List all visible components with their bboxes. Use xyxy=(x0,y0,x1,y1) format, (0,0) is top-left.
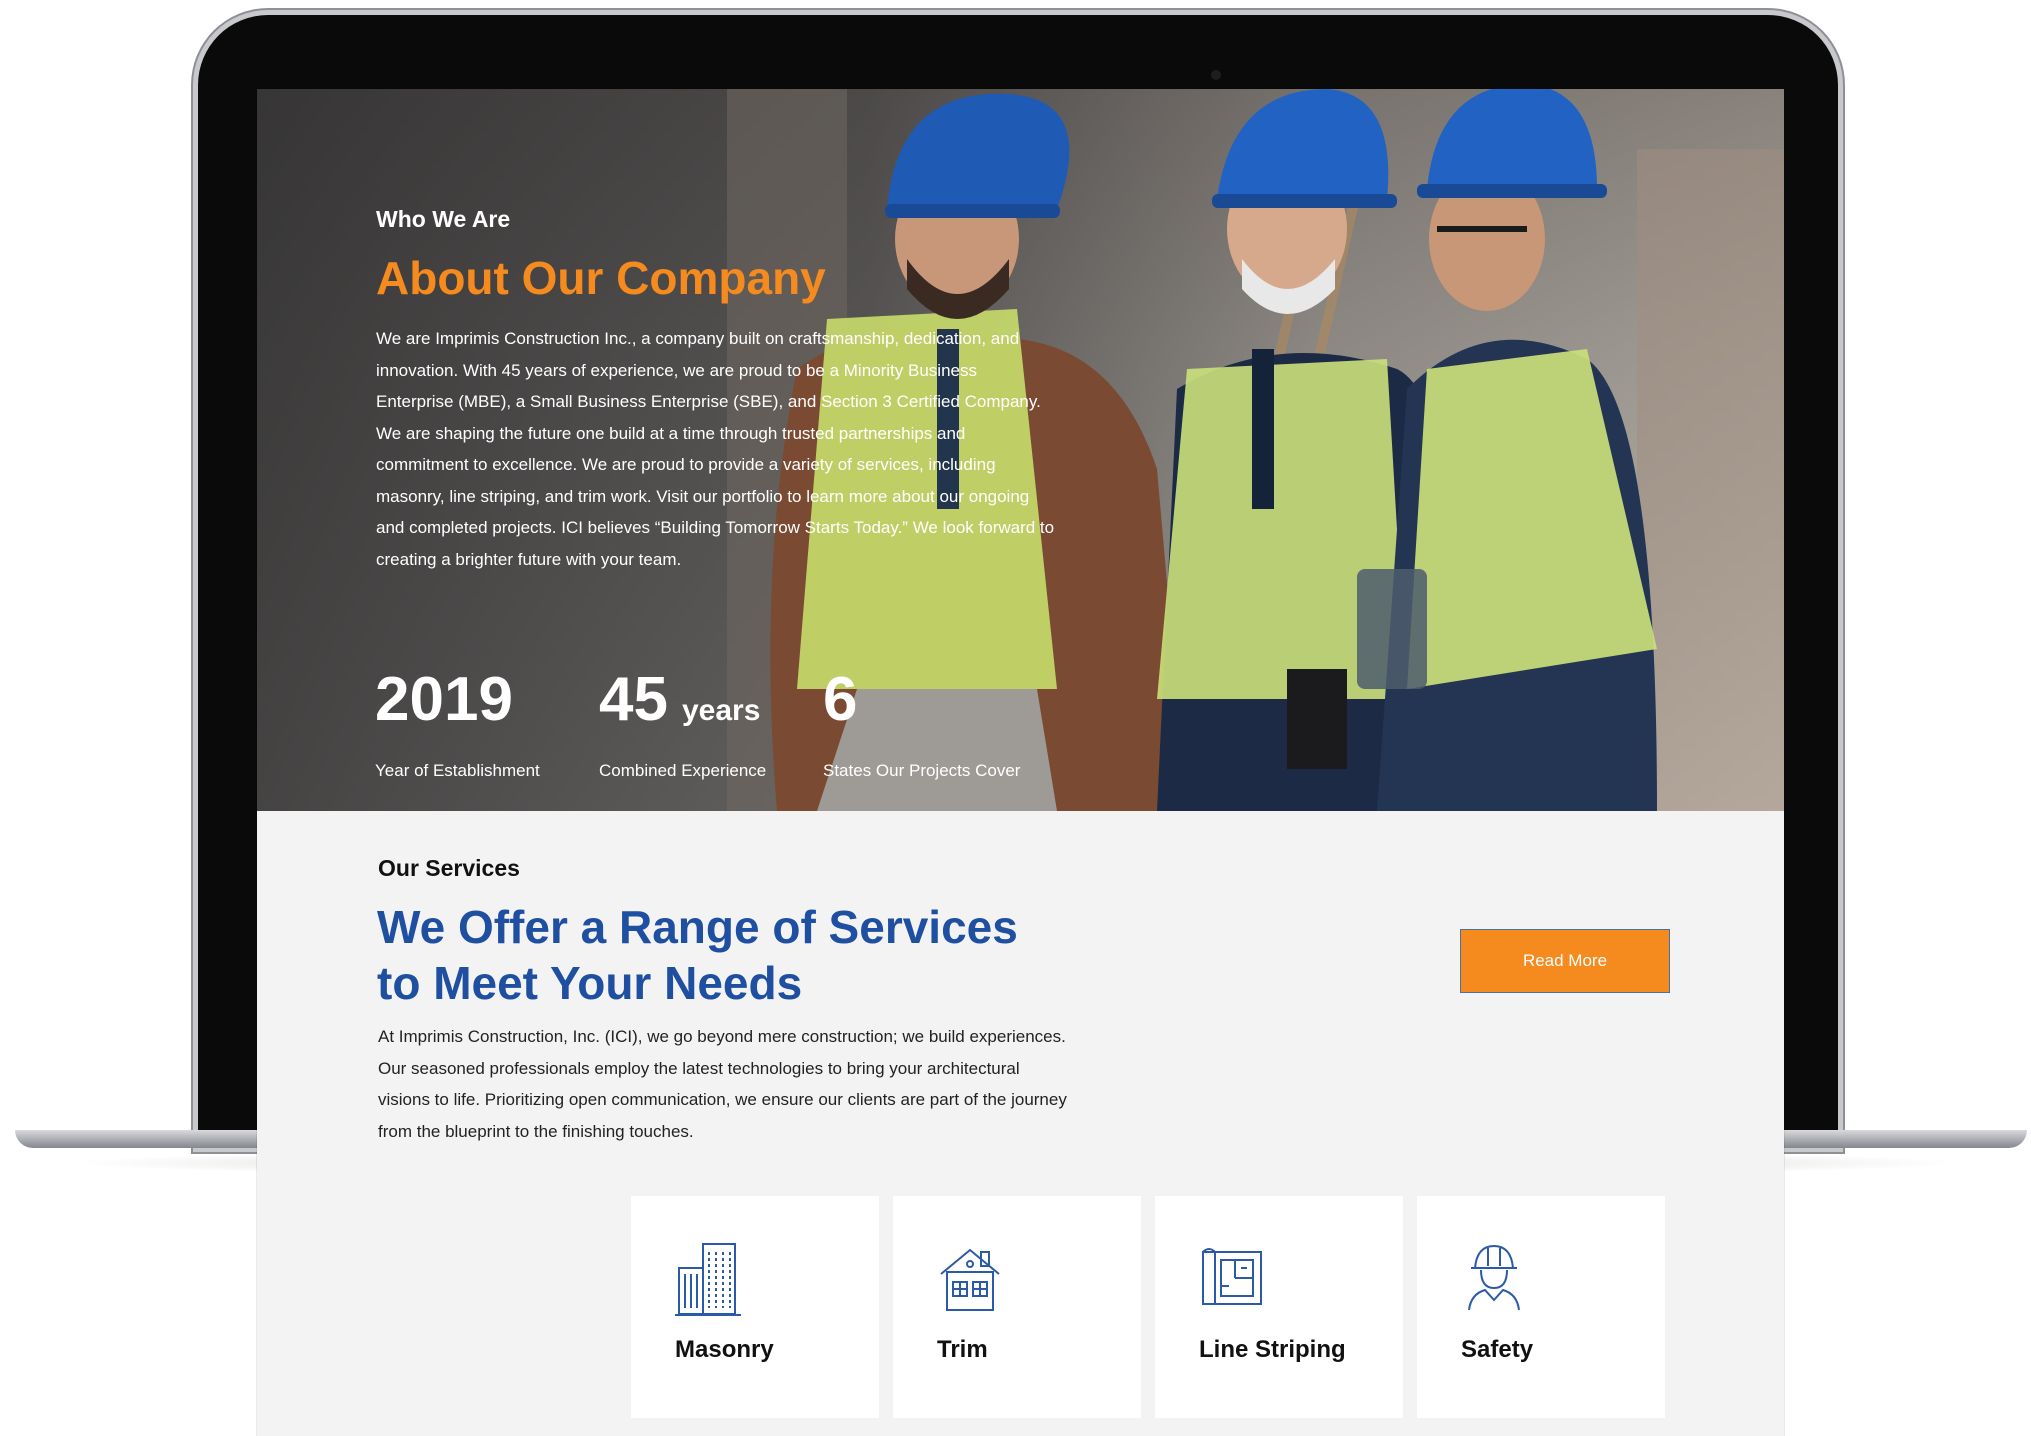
stat-label: Year of Establishment xyxy=(375,761,540,780)
stat-unit: years xyxy=(681,694,761,727)
read-more-button[interactable]: Read More xyxy=(1460,929,1670,993)
about-description: We are Imprimis Construction Inc., a com… xyxy=(376,329,1055,569)
service-card-label: Trim xyxy=(937,1336,988,1363)
website-screen: Who We Are About Our Company We are Impr… xyxy=(257,89,1784,1436)
service-cards: Masonry Trim Line Striping Safety xyxy=(631,1196,1671,1418)
stat-value: 6 xyxy=(823,665,858,734)
building-icon xyxy=(675,1243,741,1316)
services-description: At Imprimis Construction, Inc. (ICI), we… xyxy=(378,1027,1067,1141)
blueprint-icon xyxy=(1202,1248,1262,1305)
service-card-trim[interactable]: Trim xyxy=(893,1196,1141,1418)
service-card-safety[interactable]: Safety xyxy=(1417,1196,1665,1418)
services-section: Our Services We Offer a Range of Service… xyxy=(257,811,1784,1436)
services-title: We Offer a Range of Services to Meet You… xyxy=(377,899,1018,1011)
stat-value: 45 xyxy=(599,665,668,734)
stat-value: 2019 xyxy=(375,665,513,734)
about-hero-section: Who We Are About Our Company We are Impr… xyxy=(257,89,1784,811)
section-eyebrow: Who We Are xyxy=(376,206,511,232)
service-card-line-striping[interactable]: Line Striping xyxy=(1155,1196,1403,1418)
camera-dot xyxy=(1211,70,1221,80)
about-title: About Our Company xyxy=(376,252,826,304)
stats-row: 2019 Year of Establishment 45 years Combi… xyxy=(375,669,1075,789)
services-title-line: to Meet Your Needs xyxy=(377,957,803,1009)
stat-label: States Our Projects Cover xyxy=(823,761,1021,780)
stat-year: 2019 Year of Establishment xyxy=(375,669,540,781)
section-eyebrow: Our Services xyxy=(378,855,520,881)
stat-states: 6 States Our Projects Cover xyxy=(823,669,1020,781)
house-icon xyxy=(940,1248,1000,1311)
stat-label: Combined Experience xyxy=(599,761,767,780)
services-title-line: We Offer a Range of Services xyxy=(377,901,1018,953)
worker-helmet-icon xyxy=(1468,1244,1520,1311)
service-card-masonry[interactable]: Masonry xyxy=(631,1196,879,1418)
stat-experience: 45 years Combined Experience xyxy=(599,669,766,781)
service-card-label: Masonry xyxy=(675,1336,774,1363)
service-card-label: Safety xyxy=(1461,1336,1534,1363)
service-card-label: Line Striping xyxy=(1199,1336,1346,1363)
